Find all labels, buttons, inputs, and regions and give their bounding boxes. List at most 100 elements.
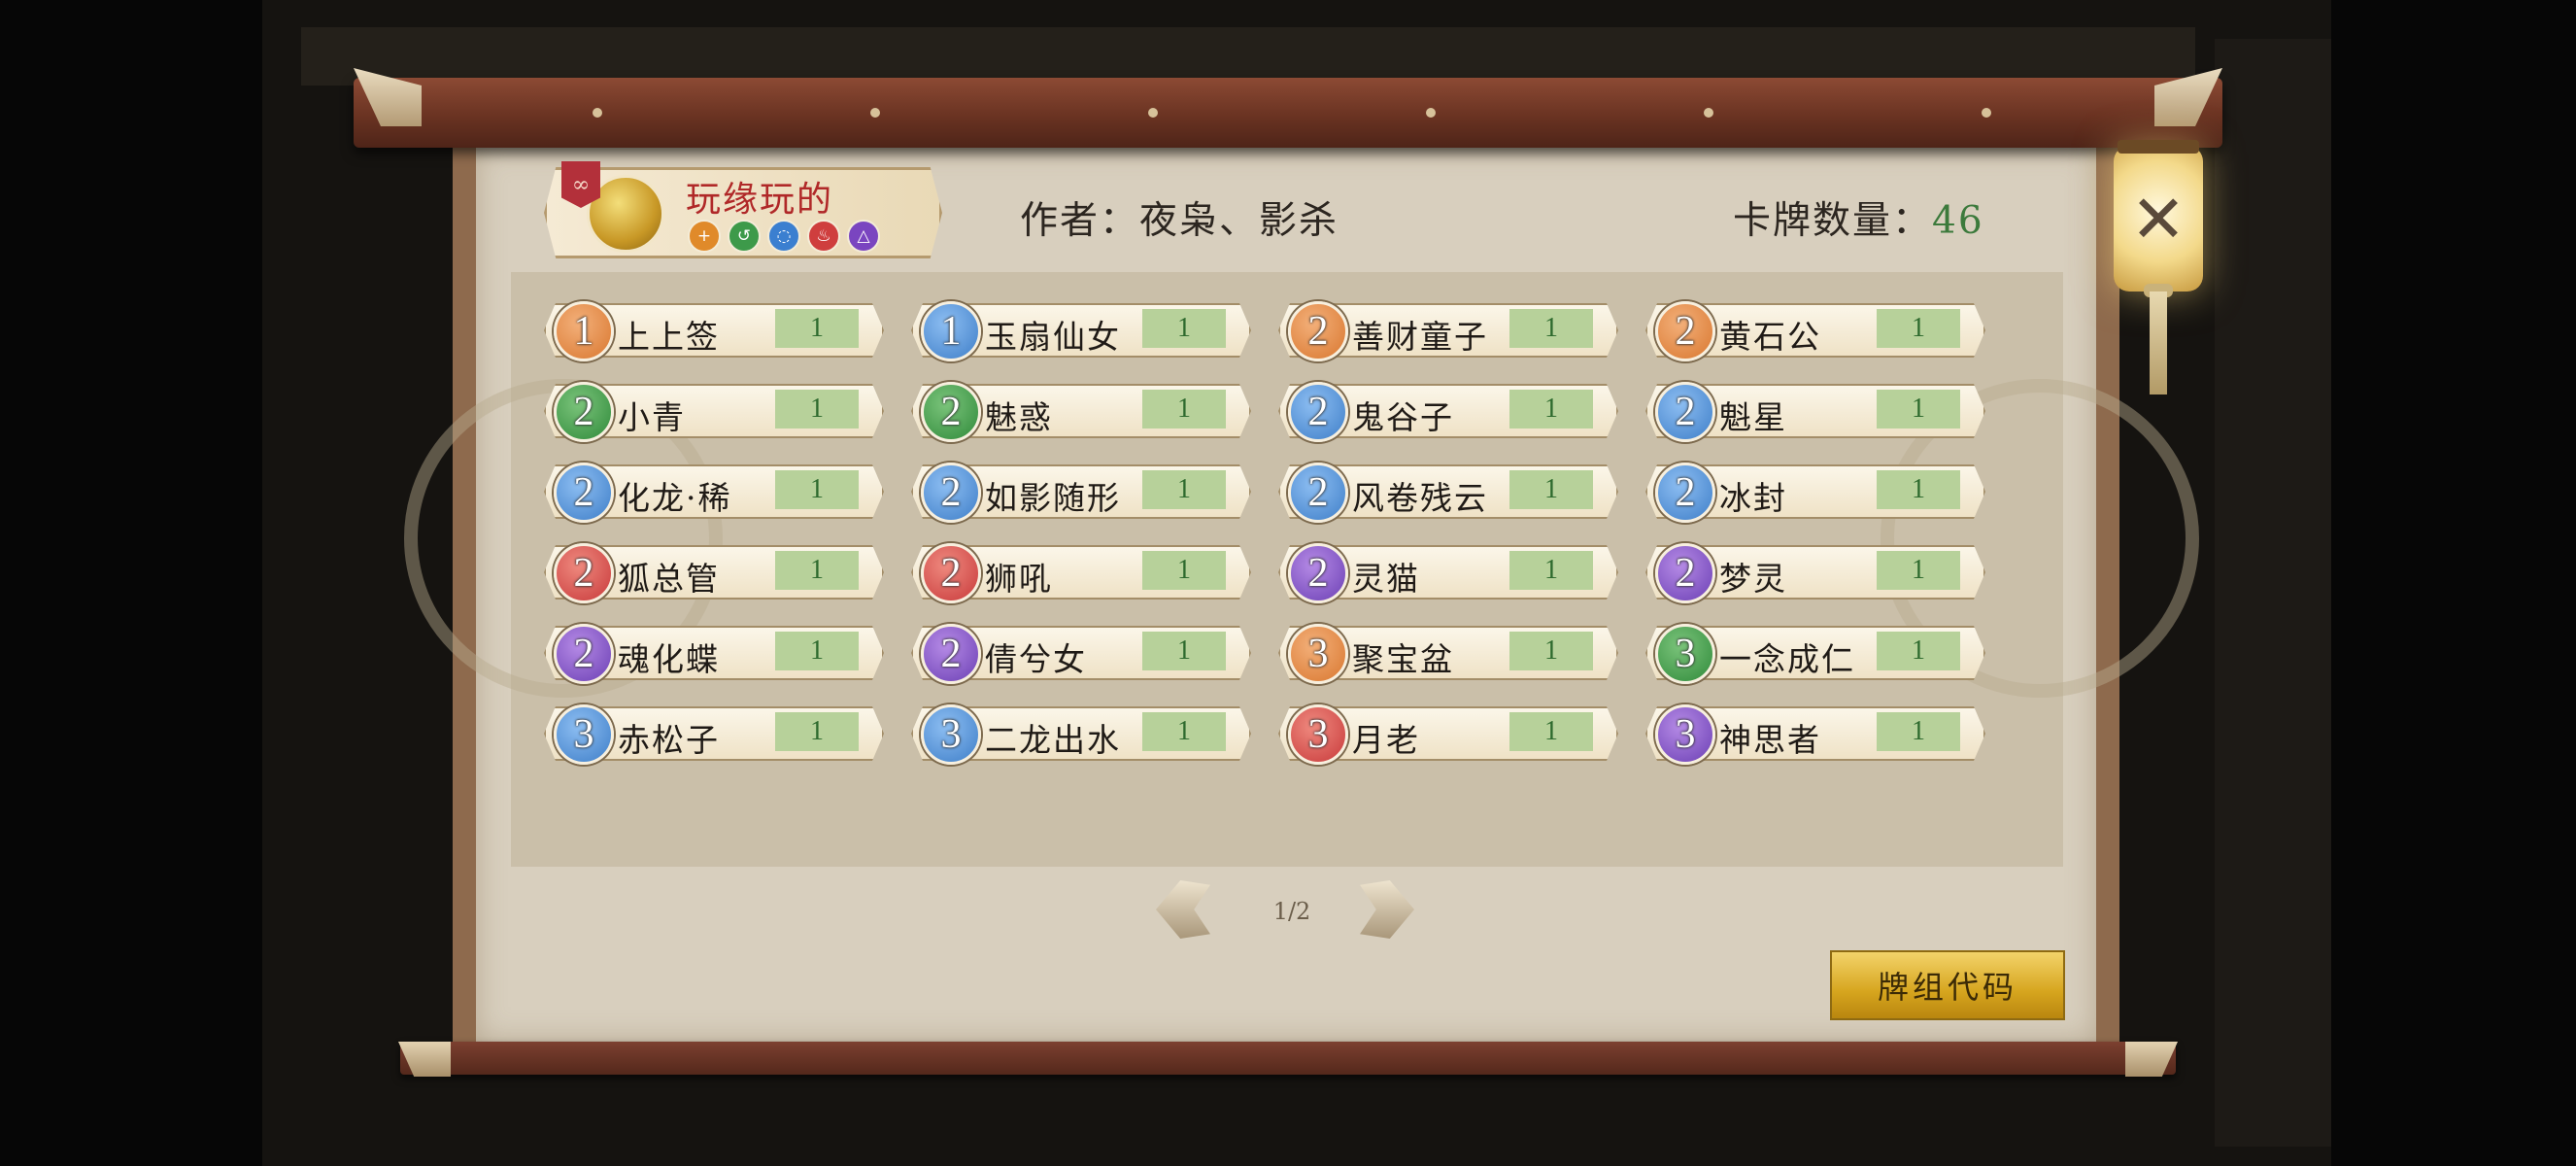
card-cost-badge: 2 bbox=[554, 382, 614, 442]
card-cost-badge: 2 bbox=[921, 624, 981, 684]
card-count: 卡牌数量：46 bbox=[1733, 190, 1984, 245]
card-entry[interactable]: 1 2 魁星 bbox=[1645, 380, 1982, 442]
fire-element-icon: ♨ bbox=[807, 220, 840, 253]
lantern-top bbox=[2118, 140, 2199, 154]
card-cost-badge: 3 bbox=[1288, 704, 1348, 765]
card-copy-count: 1 bbox=[1509, 712, 1593, 751]
card-cost-badge: 2 bbox=[1288, 463, 1348, 523]
card-cost-badge: 2 bbox=[1655, 382, 1715, 442]
card-copy-count: 1 bbox=[1142, 712, 1226, 751]
scroll-bottom-rod bbox=[400, 1042, 2176, 1075]
card-entry[interactable]: 1 2 黄石公 bbox=[1645, 299, 1982, 361]
card-cost-badge: 3 bbox=[554, 704, 614, 765]
card-name: 聚宝盆 bbox=[1352, 640, 1454, 678]
card-cost-badge: 3 bbox=[921, 704, 981, 765]
card-copy-count: 1 bbox=[1509, 632, 1593, 670]
card-name: 如影随形 bbox=[985, 479, 1121, 517]
card-entry[interactable]: 1 2 如影随形 bbox=[911, 461, 1247, 523]
card-entry[interactable]: 1 3 一念成仁 bbox=[1645, 622, 1982, 684]
page-indicator: 1/2 bbox=[1272, 898, 1311, 925]
card-entry[interactable]: 1 1 上上签 bbox=[544, 299, 880, 361]
background-right-panel bbox=[2215, 39, 2331, 1147]
card-entry[interactable]: 1 2 魅惑 bbox=[911, 380, 1247, 442]
card-name: 二龙出水 bbox=[985, 721, 1121, 759]
card-entry[interactable]: 1 2 化龙·稀 bbox=[544, 461, 880, 523]
card-cost-badge: 1 bbox=[554, 301, 614, 361]
card-entry[interactable]: 1 2 灵猫 bbox=[1278, 541, 1614, 603]
scroll-top-rod bbox=[354, 78, 2222, 148]
card-copy-count: 1 bbox=[1509, 551, 1593, 590]
lantern-tassel bbox=[2150, 292, 2167, 394]
card-copy-count: 1 bbox=[775, 309, 859, 348]
card-name: 鬼谷子 bbox=[1352, 398, 1454, 436]
card-entry[interactable]: 1 3 赤松子 bbox=[544, 703, 880, 765]
card-name: 神思者 bbox=[1719, 721, 1821, 759]
card-entry[interactable]: 1 2 狮吼 bbox=[911, 541, 1247, 603]
card-name: 一念成仁 bbox=[1719, 640, 1855, 678]
card-copy-count: 1 bbox=[1509, 390, 1593, 429]
deck-code-button[interactable]: 牌组代码 bbox=[1830, 950, 2065, 1020]
card-cost-badge: 2 bbox=[1288, 382, 1348, 442]
card-name: 玉扇仙女 bbox=[985, 318, 1121, 356]
card-entry[interactable]: 1 2 鬼谷子 bbox=[1278, 380, 1614, 442]
wind-element-icon: ↺ bbox=[728, 220, 761, 253]
card-entry[interactable]: 1 2 狐总管 bbox=[544, 541, 880, 603]
card-name: 倩兮女 bbox=[985, 640, 1087, 678]
card-count-value: 46 bbox=[1932, 199, 1984, 243]
card-list-area: 1 1 上上签 1 1 玉扇仙女 1 2 善财童子 1 2 黄石公 1 2 小青 1 2 魅惑 1 2 鬼谷子 1 2 魁星 1… bbox=[404, 272, 2199, 867]
card-copy-count: 1 bbox=[1142, 390, 1226, 429]
card-entry[interactable]: 1 3 神思者 bbox=[1645, 703, 1982, 765]
close-icon[interactable]: ✕ bbox=[2127, 182, 2189, 258]
rod-stud bbox=[1148, 108, 1158, 118]
card-copy-count: 1 bbox=[1877, 470, 1960, 509]
card-name: 化龙·稀 bbox=[618, 479, 732, 517]
card-cost-badge: 2 bbox=[921, 382, 981, 442]
card-count-label: 卡牌数量： bbox=[1733, 199, 1933, 243]
card-entry[interactable]: 1 2 善财童子 bbox=[1278, 299, 1614, 361]
card-cost-badge: 3 bbox=[1655, 624, 1715, 684]
card-copy-count: 1 bbox=[1877, 632, 1960, 670]
card-entry[interactable]: 1 3 聚宝盆 bbox=[1278, 622, 1614, 684]
card-cost-badge: 2 bbox=[554, 543, 614, 603]
rod-stud bbox=[1426, 108, 1436, 118]
rod-stud bbox=[1982, 108, 1991, 118]
card-copy-count: 1 bbox=[775, 390, 859, 429]
card-name: 魂化蝶 bbox=[618, 640, 720, 678]
card-entry[interactable]: 1 2 梦灵 bbox=[1645, 541, 1982, 603]
card-copy-count: 1 bbox=[1877, 390, 1960, 429]
card-name: 狐总管 bbox=[618, 560, 720, 598]
card-name: 魅惑 bbox=[985, 398, 1053, 436]
rod-stud bbox=[870, 108, 880, 118]
card-entry[interactable]: 1 2 冰封 bbox=[1645, 461, 1982, 523]
card-copy-count: 1 bbox=[1142, 632, 1226, 670]
card-entry[interactable]: 1 3 二龙出水 bbox=[911, 703, 1247, 765]
card-cost-badge: 2 bbox=[921, 463, 981, 523]
plus-element-icon: + bbox=[688, 220, 721, 253]
element-icons: + ↺ ◌ ♨ △ bbox=[688, 220, 880, 253]
card-copy-count: 1 bbox=[1509, 309, 1593, 348]
card-name: 梦灵 bbox=[1719, 560, 1787, 598]
card-entry[interactable]: 1 1 玉扇仙女 bbox=[911, 299, 1247, 361]
card-cost-badge: 2 bbox=[1288, 301, 1348, 361]
deck-author: 作者：夜枭、影杀 bbox=[1020, 199, 1339, 243]
card-name: 黄石公 bbox=[1719, 318, 1821, 356]
card-entry[interactable]: 1 2 风卷残云 bbox=[1278, 461, 1614, 523]
card-copy-count: 1 bbox=[1877, 309, 1960, 348]
card-copy-count: 1 bbox=[1142, 470, 1226, 509]
rod-stud bbox=[1704, 108, 1713, 118]
deck-name: 玩缘玩的 bbox=[686, 180, 834, 220]
card-name: 狮吼 bbox=[985, 560, 1053, 598]
card-cost-badge: 2 bbox=[1655, 463, 1715, 523]
card-cost-badge: 2 bbox=[1288, 543, 1348, 603]
card-entry[interactable]: 1 3 月老 bbox=[1278, 703, 1614, 765]
card-copy-count: 1 bbox=[1877, 712, 1960, 751]
card-cost-badge: 2 bbox=[921, 543, 981, 603]
card-entry[interactable]: 1 2 倩兮女 bbox=[911, 622, 1247, 684]
card-entry[interactable]: 1 2 魂化蝶 bbox=[544, 622, 880, 684]
card-name: 小青 bbox=[618, 398, 686, 436]
background-tab-strip bbox=[301, 27, 2195, 86]
deck-title-banner: ∞ 玩缘玩的 + ↺ ◌ ♨ △ bbox=[544, 161, 942, 258]
card-copy-count: 1 bbox=[1142, 551, 1226, 590]
water-element-icon: ◌ bbox=[767, 220, 800, 253]
card-entry[interactable]: 1 2 小青 bbox=[544, 380, 880, 442]
